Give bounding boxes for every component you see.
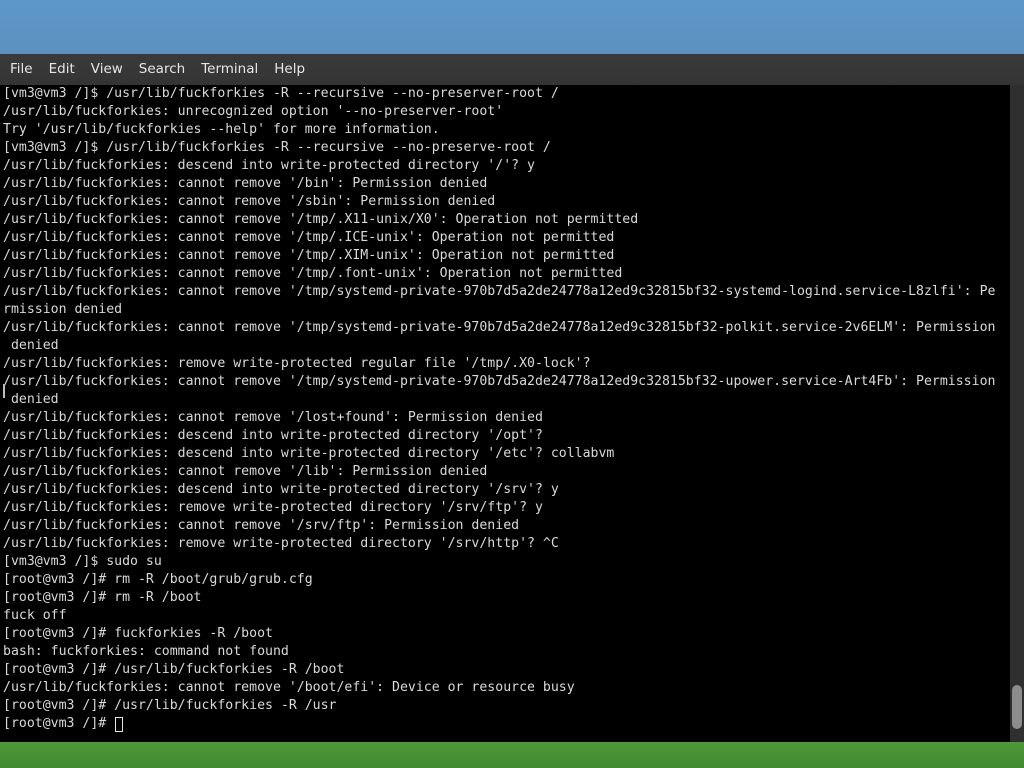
terminal-line: /usr/lib/fuckforkies: cannot remove '/tm… (3, 212, 639, 227)
terminal-line: fuck off (3, 608, 67, 623)
terminal-line: /usr/lib/fuckforkies: cannot remove '/bo… (3, 680, 575, 695)
terminal-line: [vm3@vm3 /]$ /usr/lib/fuckforkies -R --r… (3, 140, 551, 155)
terminal-line: [root@vm3 /]# rm -R /boot (3, 590, 202, 605)
terminal-line: /usr/lib/fuckforkies: cannot remove '/tm… (3, 284, 996, 299)
terminal-line: /usr/lib/fuckforkies: descend into write… (3, 446, 615, 461)
terminal-line: /usr/lib/fuckforkies: cannot remove '/tm… (3, 266, 623, 281)
terminal-line: denied (3, 338, 59, 353)
terminal-line: [root@vm3 /]# /usr/lib/fuckforkies -R /b… (3, 662, 345, 677)
terminal-line: /usr/lib/fuckforkies: cannot remove '/sr… (3, 518, 520, 533)
desktop-background (0, 0, 1024, 54)
terminal-line: rmission denied (3, 302, 123, 317)
menu-view[interactable]: View (83, 54, 131, 85)
terminal-line: /usr/lib/fuckforkies: cannot remove '/sb… (3, 194, 496, 209)
terminal-line: /usr/lib/fuckforkies: unrecognized optio… (3, 104, 504, 119)
terminal-output-area[interactable]: [vm3@vm3 /]$ /usr/lib/fuckforkies -R --r… (0, 85, 1010, 742)
menu-terminal[interactable]: Terminal (193, 54, 266, 85)
terminal-line: [vm3@vm3 /]$ sudo su (3, 554, 162, 569)
current-prompt-line[interactable]: [root@vm3 /]# (3, 715, 995, 733)
terminal-lines: [vm3@vm3 /]$ /usr/lib/fuckforkies -R --r… (3, 85, 995, 733)
scrollbar-thumb[interactable] (1012, 685, 1022, 729)
terminal-line: Try '/usr/lib/fuckforkies --help' for mo… (3, 122, 440, 137)
menu-help[interactable]: Help (266, 54, 313, 85)
terminal-line: /usr/lib/fuckforkies: descend into write… (3, 482, 559, 497)
shell-prompt: [root@vm3 /]# (3, 716, 115, 731)
terminal-line: /usr/lib/fuckforkies: descend into write… (3, 158, 535, 173)
menu-file[interactable]: File (2, 54, 41, 85)
terminal-line: [vm3@vm3 /]$ /usr/lib/fuckforkies -R --r… (3, 86, 559, 101)
terminal-line: /usr/lib/fuckforkies: cannot remove '/lo… (3, 410, 543, 425)
terminal-line: /usr/lib/fuckforkies: cannot remove '/tm… (3, 374, 996, 389)
terminal-line: /usr/lib/fuckforkies: descend into write… (3, 428, 543, 443)
terminal-line: /usr/lib/fuckforkies: cannot remove '/tm… (3, 248, 615, 263)
terminal-window: File Edit View Search Terminal Help [vm3… (0, 54, 1024, 742)
terminal-line: /usr/lib/fuckforkies: cannot remove '/li… (3, 464, 488, 479)
terminal-line: denied (3, 392, 59, 407)
terminal-line: /usr/lib/fuckforkies: remove write-prote… (3, 356, 591, 371)
taskbar (0, 742, 1024, 768)
vertical-scrollbar[interactable] (1010, 85, 1024, 742)
terminal-line: /usr/lib/fuckforkies: cannot remove '/bi… (3, 176, 488, 191)
terminal-line: [root@vm3 /]# fuckforkies -R /boot (3, 626, 273, 641)
menu-edit[interactable]: Edit (41, 54, 83, 85)
terminal-line: /usr/lib/fuckforkies: cannot remove '/tm… (3, 320, 996, 335)
mouse-ibeam-cursor-icon (3, 384, 5, 398)
terminal-line: [root@vm3 /]# /usr/lib/fuckforkies -R /u… (3, 698, 337, 713)
terminal-line: /usr/lib/fuckforkies: cannot remove '/tm… (3, 230, 615, 245)
menu-search[interactable]: Search (131, 54, 193, 85)
menu-bar: File Edit View Search Terminal Help (0, 54, 1024, 85)
terminal-line: /usr/lib/fuckforkies: remove write-prote… (3, 500, 543, 515)
text-cursor (115, 716, 124, 732)
terminal-line: /usr/lib/fuckforkies: remove write-prote… (3, 536, 559, 551)
terminal-line: bash: fuckforkies: command not found (3, 644, 289, 659)
terminal-line: [root@vm3 /]# rm -R /boot/grub/grub.cfg (3, 572, 313, 587)
